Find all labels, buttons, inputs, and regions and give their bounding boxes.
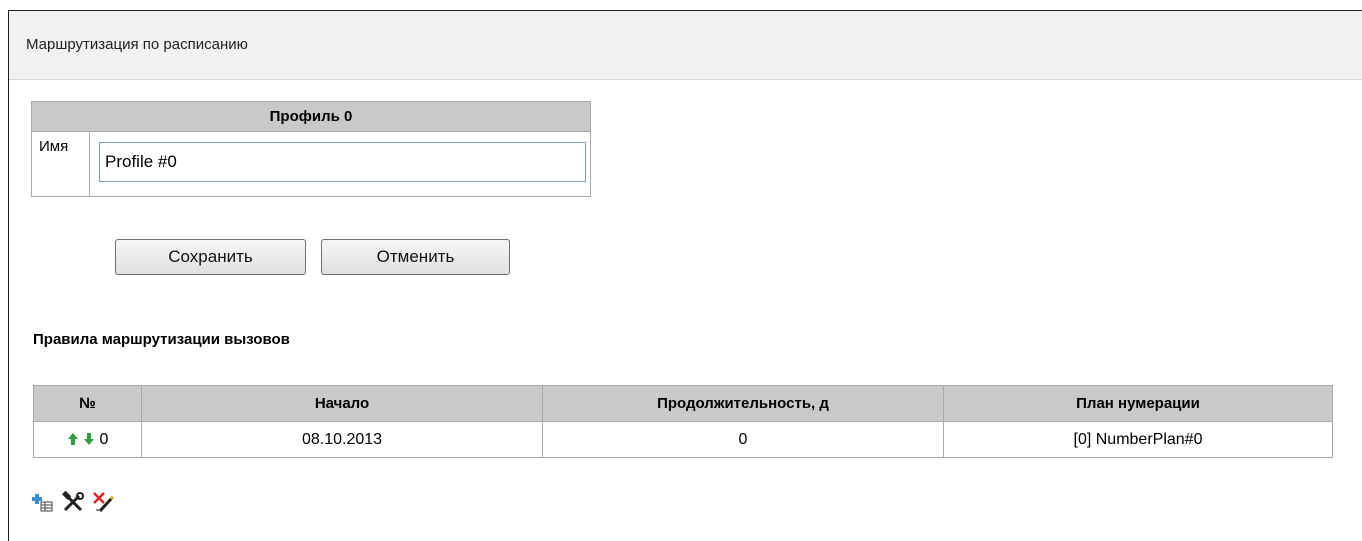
rules-table: № Начало Продолжительность, д План нумер… — [33, 385, 1333, 458]
content-frame: Маршрутизация по расписанию — [8, 10, 1362, 541]
rules-section-title: Правила маршрутизации вызовов — [33, 331, 290, 348]
name-label: Имя — [32, 132, 90, 196]
col-number: № — [33, 385, 142, 422]
page-title: Маршрутизация по расписанию — [26, 36, 248, 53]
profile-title: Профиль 0 — [32, 102, 590, 132]
row-start: 08.10.2013 — [141, 421, 543, 458]
row-number-plan: [0] NumberPlan#0 — [943, 421, 1333, 458]
move-up-icon[interactable] — [67, 432, 79, 446]
row-duration: 0 — [542, 421, 944, 458]
row-number: 0 — [99, 430, 109, 448]
cancel-button[interactable]: Отменить — [321, 239, 510, 275]
col-duration: Продолжительность, д — [542, 385, 944, 422]
rules-header-row: № Начало Продолжительность, д План нумер… — [33, 385, 1333, 422]
table-row[interactable]: 0 08.10.2013 0 [0] NumberPlan#0 — [33, 421, 1333, 458]
col-start: Начало — [141, 385, 543, 422]
edit-rule-icon[interactable] — [61, 490, 87, 514]
add-rule-icon[interactable] — [31, 490, 57, 514]
row-number-cell: 0 — [33, 421, 142, 458]
profile-name-input[interactable] — [99, 142, 586, 182]
move-down-icon[interactable] — [83, 432, 95, 446]
profile-name-row: Имя — [32, 132, 590, 196]
delete-rule-icon[interactable] — [91, 490, 117, 514]
col-number-plan: План нумерации — [943, 385, 1333, 422]
page-header: Маршрутизация по расписанию — [9, 11, 1362, 80]
save-button[interactable]: Сохранить — [115, 239, 306, 275]
profile-panel: Профиль 0 Имя — [31, 101, 591, 197]
